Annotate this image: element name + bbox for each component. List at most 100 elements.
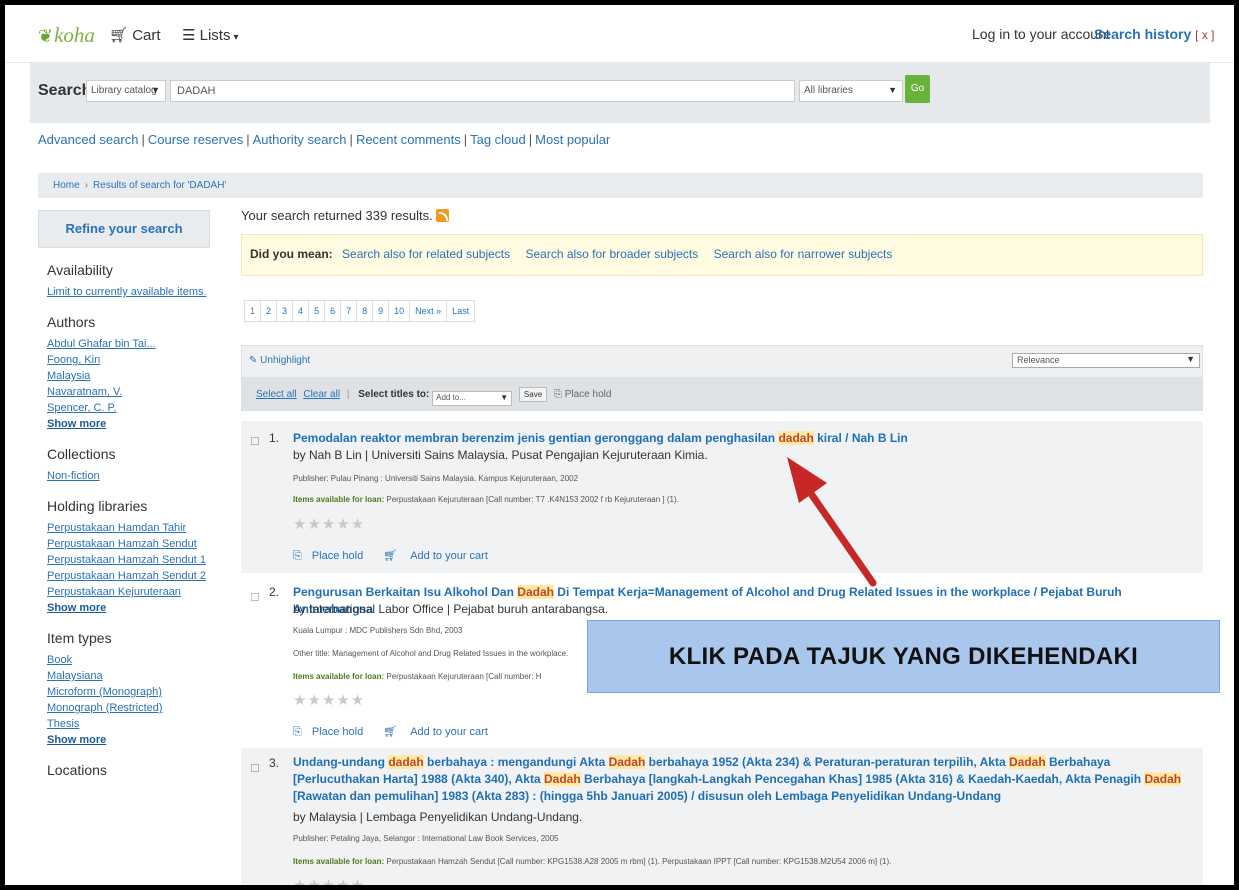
rating-stars-icon[interactable]: ★★★★★: [293, 691, 365, 709]
annotation-arrow-icon: [787, 457, 877, 587]
rss-icon[interactable]: [435, 209, 449, 222]
facet-item[interactable]: Malaysiana: [47, 668, 210, 684]
result-title-link[interactable]: Undang-undang dadah berbahaya : mengandu…: [293, 754, 1193, 805]
login-link[interactable]: Log in to your account: [972, 26, 1110, 42]
facet-item[interactable]: Foong, Kin: [47, 352, 210, 368]
clear-all-link[interactable]: Clear all: [303, 389, 340, 400]
pencil-icon: ✎: [249, 355, 261, 366]
page-next[interactable]: Next »: [410, 300, 448, 322]
facet-item[interactable]: Malaysia: [47, 368, 210, 384]
breadcrumb-current[interactable]: Results of search for 'DADAH': [93, 180, 226, 191]
dropdown-arrow-icon: ▼: [888, 85, 897, 95]
facet-item[interactable]: Monograph (Restricted): [47, 700, 210, 716]
authority-search-link[interactable]: Authority search: [253, 132, 347, 147]
rating-stars-icon[interactable]: ★★★★★: [293, 515, 365, 533]
facet-item[interactable]: Perpustakaan Hamzah Sendut 2: [47, 568, 210, 584]
add-to-cart-link[interactable]: 🛒︎ Add to your cart: [383, 550, 498, 562]
place-hold-link[interactable]: ⎘ Place hold: [293, 726, 373, 738]
show-more-item-types[interactable]: Show more: [47, 732, 210, 748]
facet-item[interactable]: Limit to currently available items.: [47, 284, 210, 300]
result-row: ☐ 1. Pemodalan reaktor membran berenzim …: [241, 421, 1203, 573]
facet-item[interactable]: Perpustakaan Hamdan Tahir: [47, 520, 210, 536]
result-count: Your search returned 339 results.: [241, 208, 449, 223]
facet-item[interactable]: Thesis: [47, 716, 210, 732]
search-links-row: Advanced search | Course reserves | Authorit…: [38, 132, 611, 147]
sort-select[interactable]: Relevance ▼: [1012, 353, 1200, 368]
add-to-cart-link[interactable]: 🛒︎ Add to your cart: [383, 726, 498, 738]
place-hold-link[interactable]: ⎘ Place hold: [293, 550, 373, 562]
page-7[interactable]: 7: [341, 300, 358, 322]
search-history-link[interactable]: Search history [ x ]: [1094, 26, 1215, 42]
search-input[interactable]: [170, 80, 795, 102]
advanced-search-link[interactable]: Advanced search: [38, 132, 138, 147]
facet-item[interactable]: Book: [47, 652, 210, 668]
show-more-authors[interactable]: Show more: [47, 416, 210, 432]
facet-item[interactable]: Microform (Monograph): [47, 684, 210, 700]
tag-cloud-link[interactable]: Tag cloud: [470, 132, 526, 147]
page-last[interactable]: Last: [447, 300, 476, 322]
go-button[interactable]: Go: [905, 75, 930, 103]
caret-down-icon: ▾: [233, 32, 239, 43]
refine-search-heading[interactable]: Refine your search: [38, 210, 210, 248]
course-reserves-link[interactable]: Course reserves: [148, 132, 243, 147]
narrower-subjects-link[interactable]: Search also for narrower subjects: [714, 247, 893, 261]
refine-sidebar: Refine your search Availability Limit to…: [38, 210, 210, 885]
title-highlight: Dadah: [1008, 755, 1046, 769]
facet-item[interactable]: Perpustakaan Hamzah Sendut 1: [47, 552, 210, 568]
page-5[interactable]: 5: [309, 300, 326, 322]
cart-button[interactable]: 🛒︎ Cart: [109, 26, 161, 44]
most-popular-link[interactable]: Most popular: [535, 132, 610, 147]
breadcrumb-home[interactable]: Home: [53, 180, 80, 191]
facet-item[interactable]: Perpustakaan Hamzah Sendut: [47, 536, 210, 552]
result-publisher: Publisher: Pulau Pinang : Universiti Sai…: [293, 474, 579, 483]
page-6[interactable]: 6: [325, 300, 342, 322]
result-number: 2.: [269, 585, 280, 599]
page-3[interactable]: 3: [277, 300, 294, 322]
page-9[interactable]: 9: [373, 300, 390, 322]
dropdown-arrow-icon: ▼: [500, 393, 509, 402]
lists-label: Lists: [199, 27, 231, 44]
clear-history-button[interactable]: [ x ]: [1195, 28, 1214, 42]
save-button[interactable]: Save: [518, 387, 548, 402]
facet-item[interactable]: Spencer, C. P.: [47, 400, 210, 416]
related-subjects-link[interactable]: Search also for related subjects: [342, 247, 510, 261]
place-hold-selected[interactable]: ⎘ Place hold: [554, 389, 611, 400]
result-actions: ⎘ Place hold 🛒︎ Add to your cart: [293, 549, 508, 563]
unhighlight-button[interactable]: ✎ Unhighlight: [249, 355, 310, 366]
page-8[interactable]: 8: [357, 300, 374, 322]
library-select[interactable]: All libraries ▼: [799, 80, 903, 102]
broader-subjects-link[interactable]: Search also for broader subjects: [525, 247, 698, 261]
show-more-libraries[interactable]: Show more: [47, 600, 210, 616]
page-10[interactable]: 10: [389, 300, 411, 322]
dropdown-arrow-icon: ▼: [1186, 354, 1195, 364]
facet-list-item-types: Book Malaysiana Microform (Monograph) Mo…: [47, 652, 210, 748]
facet-list-authors: Abdul Ghafar bin Tai... Foong, Kin Malay…: [47, 336, 210, 432]
rating-stars-icon[interactable]: ★★★★★: [293, 876, 365, 885]
breadcrumb: Home › Results of search for 'DADAH': [38, 173, 1203, 198]
availability-text: Perpustakaan Hamzah Sendut [Call number:…: [384, 857, 892, 866]
result-checkbox[interactable]: ☐: [250, 591, 260, 604]
lists-menu[interactable]: ☰ Lists ▾: [182, 26, 239, 44]
result-title-link[interactable]: Pemodalan reaktor membran berenzim jenis…: [293, 430, 1193, 447]
search-scope-value: Library catalog: [91, 85, 157, 96]
facet-item[interactable]: Navaratnam, V.: [47, 384, 210, 400]
facet-list-collections: Non-fiction: [47, 468, 210, 484]
page-2[interactable]: 2: [261, 300, 278, 322]
add-to-select[interactable]: Add to... ▼: [432, 391, 513, 406]
page-4[interactable]: 4: [293, 300, 310, 322]
facet-item[interactable]: Abdul Ghafar bin Tai...: [47, 336, 210, 352]
result-checkbox[interactable]: ☐: [250, 762, 260, 775]
select-all-link[interactable]: Select all: [256, 389, 297, 400]
result-checkbox[interactable]: ☐: [250, 435, 260, 448]
add-cart-label: Add to your cart: [410, 550, 488, 562]
facet-list-holding-libraries: Perpustakaan Hamdan Tahir Perpustakaan H…: [47, 520, 210, 616]
result-row: ☐ 3. Undang-undang dadah berbahaya : men…: [241, 748, 1203, 885]
search-scope-select[interactable]: Library catalog ▼: [86, 80, 166, 102]
koha-logo[interactable]: ❦koha: [38, 23, 95, 48]
title-highlight: dadah: [388, 755, 424, 769]
facet-item[interactable]: Non-fiction: [47, 468, 210, 484]
page-1[interactable]: 1: [244, 300, 262, 322]
recent-comments-link[interactable]: Recent comments: [356, 132, 461, 147]
dropdown-arrow-icon: ▼: [151, 85, 160, 95]
facet-item[interactable]: Perpustakaan Kejuruteraan: [47, 584, 210, 600]
